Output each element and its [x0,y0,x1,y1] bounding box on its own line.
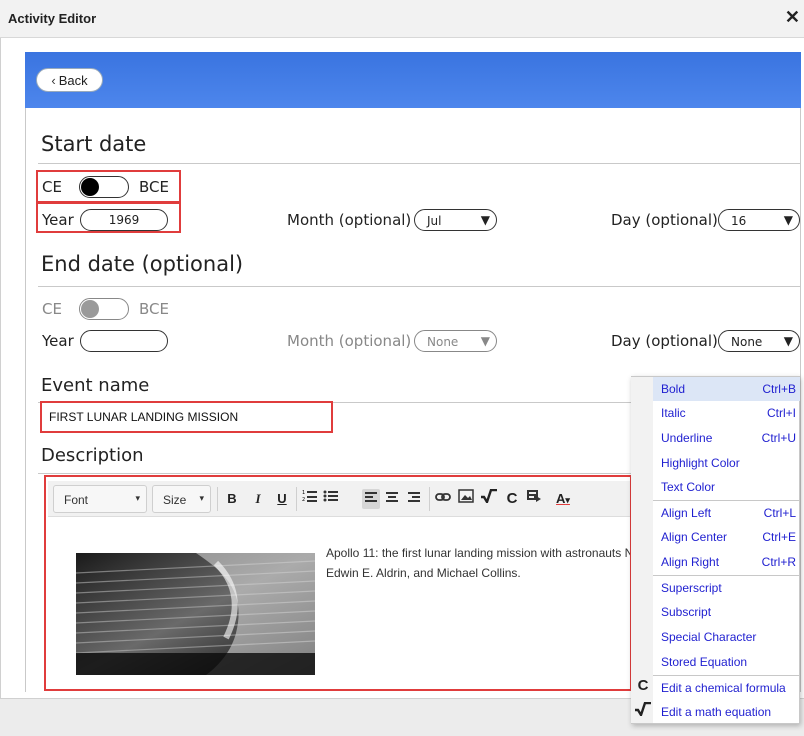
menu-item-stored-equation[interactable]: Stored Equation [653,650,800,674]
caret-down-icon: ▼ [783,213,793,227]
menu-item-label: Align Left [661,506,712,520]
menu-item-shortcut: Ctrl+L [763,506,796,520]
menu-icon-gutter [631,377,653,723]
start-date-title: Start date [41,132,147,156]
toggle-knob [81,300,99,318]
menu-item-label: Subscript [661,605,712,619]
back-button[interactable]: ‹ Back [36,68,103,92]
divider [38,163,800,164]
highlight-year [36,202,181,233]
math-equation-icon [634,701,652,722]
menu-item-align-left[interactable]: Align Left Ctrl+L [653,501,800,525]
menu-item-label: Edit a math equation [661,705,772,719]
highlight-era [36,170,181,203]
menu-item-bold[interactable]: Bold Ctrl+B [653,377,800,401]
highlight-event-name [40,401,333,433]
menu-item-label: Align Center [661,530,728,544]
end-month-label: Month (optional) [287,332,412,350]
end-era-ce-label: CE [42,300,62,318]
start-month-value: Jul [427,214,442,228]
back-button-label: Back [58,72,88,88]
end-day-value: None [731,335,763,349]
description-title: Description [41,445,144,466]
menu-item-align-right[interactable]: Align Right Ctrl+R [653,550,800,574]
menu-item-shortcut: Ctrl+R [761,555,796,569]
start-day-select[interactable]: 16 ▼ [718,209,800,231]
menu-item-label: Underline [661,431,713,445]
header-band [25,52,801,108]
end-month-select[interactable]: None ▼ [414,330,497,352]
end-year-label: Year [42,332,74,350]
menu-item-label: Stored Equation [661,655,748,669]
menu-item-label: Bold [661,382,686,396]
menu-item-underline[interactable]: Underline Ctrl+U [653,426,800,450]
event-name-title: Event name [41,375,150,396]
end-day-label: Day (optional) [611,332,718,350]
start-day-value: 16 [731,214,747,228]
start-month-select[interactable]: Jul ▼ [414,209,497,231]
menu-item-label: Align Right [661,555,720,569]
menu-item-text-color[interactable]: Text Color [653,475,800,499]
menu-item-label: Edit a chemical formula [661,681,786,695]
window-edge [0,38,1,698]
end-era-bce-label: BCE [139,300,169,318]
menu-item-label: Special Character [661,630,757,644]
end-era-toggle[interactable] [79,298,129,320]
highlight-description [44,475,632,691]
close-icon[interactable]: ✕ [785,7,800,28]
end-date-title: End date (optional) [41,252,244,276]
chemical-formula-icon: C [637,677,649,694]
window-titlebar: Activity Editor ✕ [0,0,804,38]
divider [38,286,800,287]
end-year-input[interactable] [80,330,168,352]
caret-down-icon: ▼ [783,334,793,348]
menu-item-align-center[interactable]: Align Center Ctrl+E [653,525,800,549]
menu-item-italic[interactable]: Italic Ctrl+I [653,401,800,425]
menu-item-superscript[interactable]: Superscript [653,576,800,600]
start-day-label: Day (optional) [611,211,718,229]
start-month-label: Month (optional) [287,211,412,229]
menu-item-shortcut: Ctrl+E [762,530,796,544]
menu-item-label: Text Color [661,480,716,494]
menu-item-shortcut: Ctrl+B [762,382,796,396]
menu-item-label: Italic [661,406,686,420]
caret-down-icon: ▼ [480,334,490,348]
end-day-select[interactable]: None ▼ [718,330,800,352]
end-month-value: None [427,335,459,349]
menu-item-special-character[interactable]: Special Character [653,625,800,649]
menu-item-edit-chemical-formula[interactable]: Edit a chemical formula [653,676,800,700]
menu-item-edit-math-equation[interactable]: Edit a math equation [653,700,800,724]
menu-item-shortcut: Ctrl+I [766,406,796,420]
menu-item-highlight-color[interactable]: Highlight Color [653,451,800,475]
caret-down-icon: ▼ [480,213,490,227]
menu-item-subscript[interactable]: Subscript [653,600,800,624]
menu-item-label: Highlight Color [661,456,740,470]
menu-item-shortcut: Ctrl+U [761,431,796,445]
menu-item-label: Superscript [661,581,722,595]
window-title: Activity Editor [8,11,97,26]
chevron-left-icon: ‹ [51,72,56,88]
